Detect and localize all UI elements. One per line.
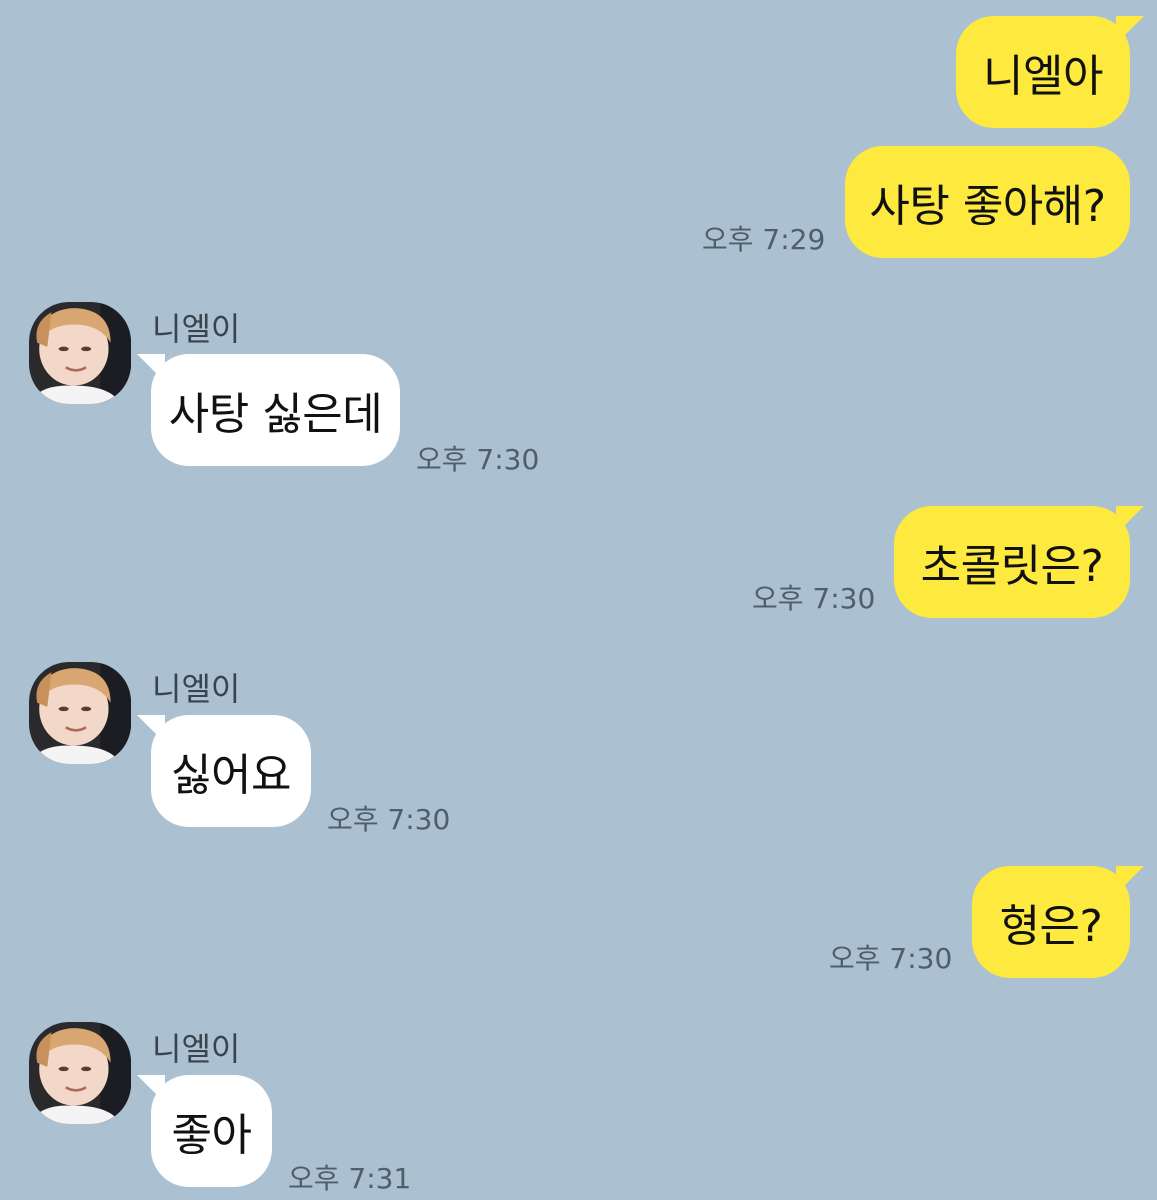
message-timestamp: 오후 7:30 [829,942,953,975]
avatar[interactable] [29,1022,131,1124]
chat-room: 니엘아 오후 7:29 사탕 좋아해? 니엘이 사탕 싫은데 오후 7:30 오… [0,0,1157,1200]
message-text: 니엘아 [983,51,1103,102]
my-message-bubble[interactable]: 니엘아 [956,16,1144,128]
sender-name: 니엘이 [152,310,241,348]
profile-photo-icon [29,662,131,764]
sender-name: 니엘이 [152,670,241,708]
their-message-bubble[interactable]: 사탕 싫은데 [137,354,400,466]
message-timestamp: 오후 7:30 [752,582,876,615]
message-text: 형은? [999,901,1103,952]
message-timestamp: 오후 7:29 [702,223,826,256]
profile-photo-icon [29,302,131,404]
sender-name: 니엘이 [152,1030,241,1068]
message-timestamp: 오후 7:30 [416,443,540,476]
message-text: 싫어요 [171,750,291,801]
message-timestamp: 오후 7:31 [288,1162,412,1195]
message-text: 사탕 좋아해? [869,181,1106,232]
avatar[interactable] [29,662,131,764]
message-text: 사탕 싫은데 [168,389,383,440]
their-message-bubble[interactable]: 좋아 [137,1075,272,1187]
my-message-bubble[interactable]: 사탕 좋아해? [845,146,1130,258]
my-message-bubble[interactable]: 초콜릿은? [894,506,1144,618]
message-timestamp: 오후 7:30 [327,803,451,836]
their-message-bubble[interactable]: 싫어요 [137,715,311,827]
message-text: 좋아 [171,1110,252,1161]
profile-photo-icon [29,1022,131,1124]
my-message-bubble[interactable]: 형은? [972,866,1144,978]
message-text: 초콜릿은? [920,541,1104,592]
avatar[interactable] [29,302,131,404]
